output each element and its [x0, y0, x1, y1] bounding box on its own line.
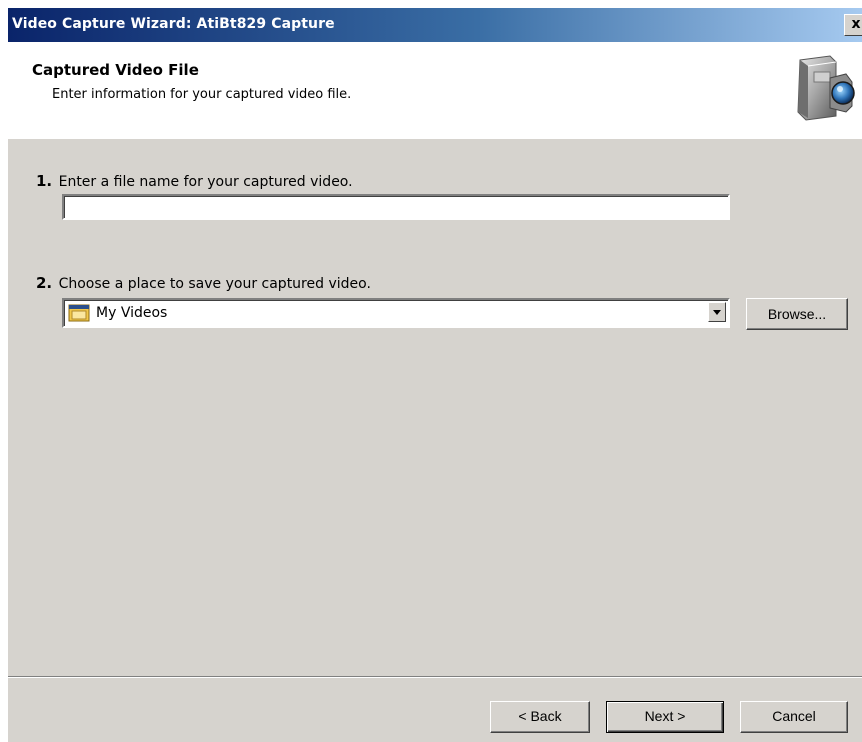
- step1-label: 1. Enter a file name for your captured v…: [36, 172, 353, 190]
- window-title: Video Capture Wizard: AtiBt829 Capture: [12, 16, 335, 32]
- step2-label: 2. Choose a place to save your captured …: [36, 274, 371, 292]
- cancel-button[interactable]: Cancel: [740, 701, 848, 733]
- page-subtitle: Enter information for your captured vide…: [52, 87, 352, 102]
- page-title: Captured Video File: [32, 61, 199, 79]
- back-button[interactable]: < Back: [490, 701, 590, 733]
- wizard-header: Captured Video File Enter information fo…: [8, 42, 862, 139]
- dropdown-arrow-button[interactable]: [708, 302, 726, 322]
- wizard-window: Video Capture Wizard: AtiBt829 Capture x…: [8, 8, 862, 742]
- save-location-dropdown[interactable]: My Videos: [62, 298, 730, 328]
- step2-text: Choose a place to save your captured vid…: [58, 276, 371, 292]
- browse-button[interactable]: Browse...: [746, 298, 848, 330]
- save-location-value: My Videos: [96, 305, 168, 321]
- step1-text: Enter a file name for your captured vide…: [58, 174, 353, 190]
- file-name-input[interactable]: [62, 194, 730, 220]
- close-button[interactable]: x: [844, 14, 862, 36]
- folder-icon: [68, 304, 90, 326]
- next-button[interactable]: Next >: [606, 701, 724, 733]
- title-bar[interactable]: Video Capture Wizard: AtiBt829 Capture x: [8, 8, 862, 42]
- chevron-down-icon: [713, 310, 721, 315]
- header-divider: [8, 138, 862, 139]
- footer-divider-highlight: [8, 677, 862, 678]
- video-camera-icon: [786, 52, 856, 128]
- step1-number: 1.: [36, 172, 53, 190]
- step2-number: 2.: [36, 274, 53, 292]
